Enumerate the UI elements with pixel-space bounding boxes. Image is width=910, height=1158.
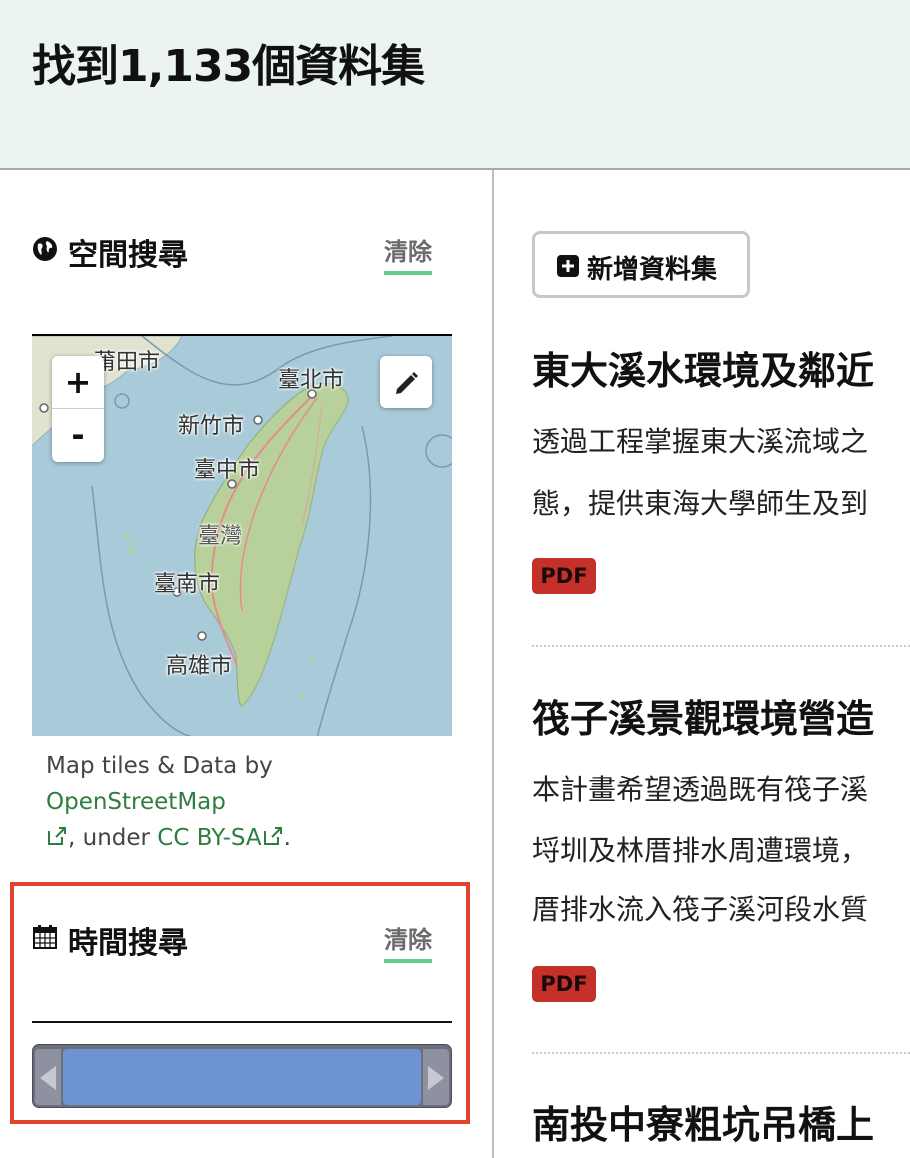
add-dataset-label: 新增資料集 (587, 255, 718, 285)
time-search-header: 時間搜尋 清除 (32, 918, 432, 963)
globe-icon (33, 237, 57, 261)
zoom-control: + - (52, 356, 104, 462)
time-range-selection[interactable] (63, 1049, 421, 1105)
chevron-right-icon (428, 1066, 444, 1090)
dataset-description-line: 態，提供東海大學師生及到 (532, 487, 869, 520)
dataset-separator (532, 645, 910, 647)
column-divider (492, 170, 494, 1158)
plus-square-icon (557, 255, 579, 277)
spatial-clear-link[interactable]: 清除 (384, 232, 432, 275)
time-range-slider[interactable] (32, 1044, 452, 1108)
dataset-description-line: 透過工程掌握東大溪流域之 (532, 425, 869, 458)
map-label-taichung: 臺中市 (194, 458, 261, 483)
map-label-taiwan: 臺灣 (198, 524, 243, 549)
pdf-format-badge[interactable]: PDF (532, 558, 596, 594)
spatial-search-title: 空間搜尋 (68, 238, 188, 273)
dataset-title[interactable]: 筏子溪景觀環境營造 (532, 688, 874, 743)
results-header: 找到1,133個資料集 (0, 0, 910, 170)
time-search-title: 時間搜尋 (68, 926, 188, 961)
dataset-item: 南投中寮粗坑吊橋上 (532, 1094, 910, 1158)
cc-by-sa-link[interactable]: CC BY-SA (157, 825, 261, 851)
attribution-middle: , under (68, 825, 158, 851)
dataset-title[interactable]: 南投中寮粗坑吊橋上 (532, 1094, 874, 1149)
dataset-description-line: 本計畫希望透過既有筏子溪 (532, 773, 869, 806)
map-label-hsinchu: 新竹市 (178, 414, 245, 439)
spatial-map[interactable]: 莆田市 臺北市 新竹市 臺中市 臺灣 臺南市 高雄市 + - (32, 334, 452, 736)
attribution-suffix: . (283, 825, 291, 851)
map-label-taipei: 臺北市 (278, 368, 345, 393)
dataset-separator (532, 1052, 910, 1054)
spatial-search-header: 空間搜尋 清除 (32, 230, 432, 275)
pencil-icon (396, 372, 418, 394)
calendar-icon (33, 925, 57, 949)
time-clear-link[interactable]: 清除 (384, 920, 432, 963)
add-dataset-button[interactable]: 新增資料集 (532, 231, 750, 298)
dataset-description-line: 埒圳及林厝排水周遭環境， (532, 834, 869, 867)
attribution-prefix: Map tiles & Data by (46, 753, 273, 779)
external-link-icon (263, 827, 282, 845)
time-axis-line (32, 1021, 452, 1023)
zoom-in-button[interactable]: + (52, 356, 104, 409)
draw-area-button[interactable] (380, 356, 432, 408)
map-label-kaohsiung: 高雄市 (166, 654, 233, 679)
dataset-description-line: 厝排水流入筏子溪河段水質 (532, 893, 869, 926)
dataset-title[interactable]: 東大溪水環境及鄰近 (532, 340, 874, 395)
dataset-item: 東大溪水環境及鄰近 透過工程掌握東大溪流域之 態，提供東海大學師生及到 PDF (532, 340, 910, 600)
chevron-left-icon (40, 1066, 56, 1090)
range-handle-right[interactable] (423, 1049, 449, 1105)
zoom-out-button[interactable]: - (52, 409, 104, 462)
dataset-item: 筏子溪景觀環境營造 本計畫希望透過既有筏子溪 埒圳及林厝排水周遭環境， 厝排水流… (532, 688, 910, 1008)
range-handle-left[interactable] (35, 1049, 61, 1105)
map-attribution: Map tiles & Data by OpenStreetMap , unde… (46, 748, 446, 856)
map-label-tainan: 臺南市 (154, 572, 221, 597)
pdf-format-badge[interactable]: PDF (532, 966, 596, 1002)
results-count-title: 找到1,133個資料集 (32, 41, 425, 92)
external-link-icon (48, 827, 66, 845)
openstreetmap-link[interactable]: OpenStreetMap (46, 789, 226, 815)
